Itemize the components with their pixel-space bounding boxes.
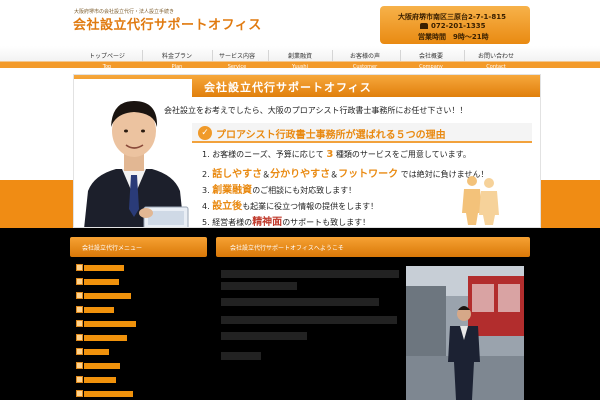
reason-text: ＆ [330, 170, 339, 179]
menu-link-bar [84, 279, 119, 285]
sidebar-menu-item[interactable] [76, 348, 166, 356]
site-header: 大阪府堺市の会社設立代行・法人設立手続き 会社設立代行サポートオフィス 大阪府堺… [0, 0, 600, 46]
sidebar-heading-bar: 会社設立代行メニュー [70, 237, 207, 257]
nav-label: お問い合わせ [477, 53, 514, 60]
menu-link-bar [84, 307, 114, 313]
nav-item-yuushi[interactable]: 創業融資 Yuushi [265, 46, 335, 70]
reason-highlight: フットワーク [338, 169, 399, 180]
page: 大阪府堺市の会社設立代行・法人設立手続き 会社設立代行サポートオフィス 大阪府堺… [0, 0, 600, 400]
text-line [221, 270, 399, 278]
reasons-title: プロアシスト行政書士事務所が選ばれる５つの理由 [216, 130, 446, 141]
reason-text: 種類のサービスをご用意しています。 [335, 150, 471, 159]
reason-number: 5. [202, 218, 210, 227]
nav-sublabel: Service [227, 64, 247, 70]
text-line [221, 316, 397, 324]
nav-item-company[interactable]: 会社概要 Company [396, 46, 466, 70]
nav-sublabel: Yuushi [292, 64, 308, 70]
main-heading: 会社設立代行サポートオフィスへようこそ [230, 245, 344, 252]
reason-text: のご相談にも対応致します！ [252, 186, 357, 195]
banner-title: 会社設立代行サポートオフィス [204, 81, 372, 94]
reason-text: 経営者様の [212, 218, 253, 227]
contact-info-box: 大阪府堺市南区三原台2-7-1-815 072-201-1335 営業時間 9時… [380, 6, 530, 44]
checkbox-icon [76, 264, 83, 271]
sidebar-heading: 会社設立代行メニュー [82, 245, 143, 252]
checkbox-icon [76, 278, 83, 285]
menu-link-bar [84, 363, 120, 369]
reason-highlight: 精神面 [252, 217, 283, 228]
menu-link-bar [84, 349, 109, 355]
sidebar-menu-item[interactable] [76, 306, 166, 314]
nav-item-customer[interactable]: お客様の声 Customer [330, 46, 400, 70]
nav-label: 創業融資 [287, 53, 312, 60]
menu-link-bar [84, 391, 133, 397]
hero-banner: 会社設立代行サポートオフィス 会社設立をお考えでしたら、大阪のプロアシスト行政書… [73, 74, 541, 228]
reason-highlight: 話しやすさ [212, 169, 263, 180]
checkbox-icon [76, 348, 83, 355]
consultant-photo [74, 79, 192, 227]
reason-number: 2. [202, 170, 210, 179]
text-line [221, 282, 297, 290]
checkbox-icon [76, 376, 83, 383]
reason-text: ＆ [262, 170, 271, 179]
phone-number-text: 072-201-1335 [431, 22, 486, 30]
banner-subtitle: 会社設立をお考えでしたら、大阪のプロアシスト行政書士事務所にお任せ下さい！！ [164, 106, 468, 115]
reason-number: 3. [202, 186, 210, 195]
menu-link-bar [84, 335, 127, 341]
sidebar-menu-item[interactable] [76, 292, 166, 300]
nav-item-top[interactable]: トップページ Top [72, 46, 142, 70]
sidebar-menu-item[interactable] [76, 376, 166, 384]
reason-highlight: 設立後 [212, 201, 243, 212]
site-logo-title[interactable]: 会社設立代行サポートオフィス [73, 14, 262, 33]
checkbox-icon [76, 362, 83, 369]
menu-link-bar [84, 265, 124, 271]
sidebar-menu-item[interactable] [76, 264, 166, 272]
phone-icon [420, 23, 428, 29]
checkbox-icon [76, 292, 83, 299]
text-line [221, 352, 261, 360]
reasons-heading-box: ✓ プロアシスト行政書士事務所が選ばれる５つの理由 [192, 123, 532, 143]
nav-label: トップページ [89, 53, 125, 60]
main-nav: トップページ Top 料金プラン Plan サービス内容 Service 創業融… [0, 46, 600, 70]
nav-label: お客様の声 [349, 53, 380, 60]
checkbox-icon [76, 334, 83, 341]
checkbox-icon [76, 390, 83, 397]
reason-highlight: 創業融資 [212, 185, 253, 196]
text-line [221, 332, 307, 340]
sidebar-menu-item[interactable] [76, 334, 166, 342]
reason-number: 1. [202, 150, 210, 159]
nav-label: 会社概要 [418, 53, 443, 60]
reason-highlight: 分かりやすさ [270, 169, 331, 180]
sidebar-menu-item[interactable] [76, 278, 166, 286]
phone-number[interactable]: 072-201-1335 [420, 22, 486, 30]
nav-item-contact[interactable]: お問い合わせ Contact [461, 46, 531, 70]
nav-sublabel: Company [419, 64, 443, 70]
checkbox-icon [76, 306, 83, 313]
address-text: 大阪府堺市南区三原台2-7-1-815 [398, 13, 506, 21]
business-hours: 営業時間 9時〜21時 [418, 33, 489, 41]
menu-link-bar [84, 293, 131, 299]
nav-sublabel: Customer [352, 64, 378, 70]
sidebar-menu-item[interactable] [76, 320, 166, 328]
business-silhouette-icon [462, 176, 499, 225]
reason-text: のサポートも致します！ [282, 218, 371, 227]
nav-label: サービス内容 [218, 53, 255, 60]
check-circle-icon: ✓ [198, 126, 212, 140]
reason-text: お客様のニーズ、予算に応じて [212, 150, 324, 159]
menu-link-bar [84, 377, 116, 383]
main-heading-bar: 会社設立代行サポートオフィスへようこそ [216, 237, 530, 257]
reason-text: も起業に役立つ情報の提供をします！ [242, 202, 379, 211]
reason-number: 4. [202, 202, 210, 211]
consultant-street-photo [406, 266, 524, 400]
checkbox-icon [76, 320, 83, 327]
reason-highlight: 3 [326, 149, 334, 160]
sidebar-menu-item[interactable] [76, 362, 166, 370]
sidebar-menu-item[interactable] [76, 390, 166, 398]
text-line [221, 298, 379, 306]
reason-item: 1. お客様のニーズ、予算に応じて 3 種類のサービスをご用意しています。 [202, 149, 532, 165]
nav-item-service[interactable]: サービス内容 Service [202, 46, 272, 70]
nav-sublabel: Top [102, 64, 112, 70]
menu-link-bar [84, 321, 136, 327]
nav-sublabel: Contact [486, 64, 506, 70]
